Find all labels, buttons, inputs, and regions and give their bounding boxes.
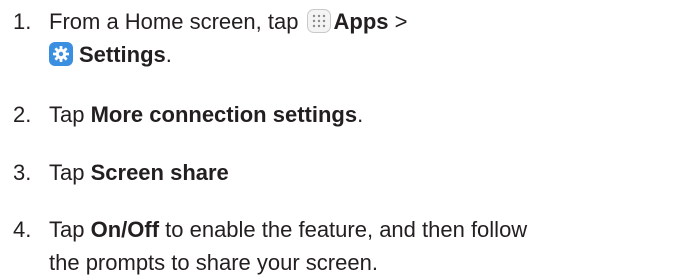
on-off-label: On/Off: [90, 217, 160, 242]
step-text: Tap Screen share: [49, 156, 679, 189]
step-line: Tap Screen share: [49, 156, 679, 189]
step-line: Tap On/Off to enable the feature, and th…: [49, 213, 679, 246]
step-text-segment: to enable the feature, and then follow: [159, 217, 528, 242]
step-text: From a Home screen, tap Apps > Settings.: [49, 5, 679, 71]
step-text-segment: >: [388, 9, 408, 34]
step-line: the prompts to share your screen.: [49, 250, 378, 275]
step-number: 3.: [13, 160, 32, 185]
screen-share-label: Screen share: [90, 160, 229, 185]
step-text: Tap On/Off to enable the feature, and th…: [49, 213, 679, 279]
step-text-segment: Tap: [49, 217, 91, 242]
step-text-segment: .: [357, 102, 364, 127]
step-number: 2.: [13, 102, 32, 127]
step-text-segment: .: [165, 42, 172, 67]
step-line: From a Home screen, tap Apps >: [49, 5, 679, 38]
more-connection-settings-label: More connection settings: [90, 102, 358, 127]
apps-label: Apps: [333, 9, 389, 34]
step-line: Settings.: [49, 38, 679, 71]
settings-label: Settings: [79, 42, 166, 67]
step-text: Tap More connection settings.: [49, 98, 679, 131]
step-text-segment: Tap: [49, 160, 91, 185]
step-number: 4.: [13, 217, 32, 242]
step-number: 1.: [13, 9, 32, 34]
step-text-segment: Tap: [49, 102, 91, 127]
apps-icon: [306, 9, 331, 33]
settings-icon: [49, 42, 73, 66]
step-line: Tap More connection settings.: [49, 98, 679, 131]
step-text-segment: From a Home screen, tap: [49, 9, 305, 34]
